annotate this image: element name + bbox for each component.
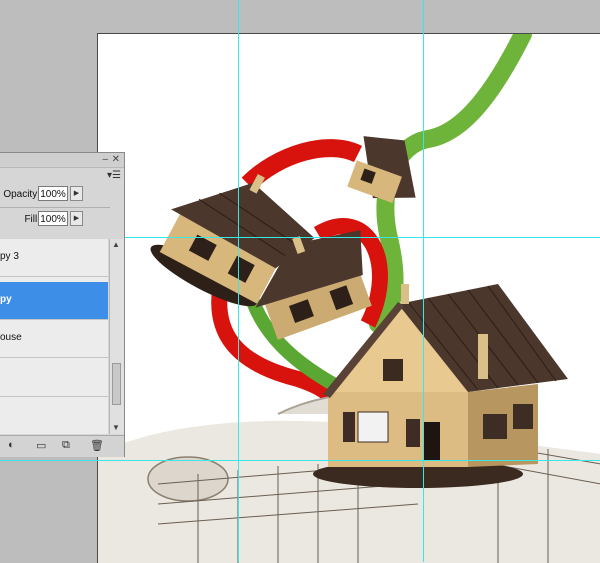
layer-item[interactable]: ouse xyxy=(0,320,108,358)
layer-item[interactable] xyxy=(0,359,108,397)
guide-vertical-1[interactable] xyxy=(238,0,239,562)
layer-name: py xyxy=(0,294,12,305)
red-pipe-top xyxy=(241,139,363,191)
guide-vertical-2[interactable] xyxy=(423,0,424,562)
opacity-label: Opacity: xyxy=(3,189,40,200)
artwork xyxy=(98,34,600,563)
fill-arrow-button[interactable]: ▶ xyxy=(70,211,83,226)
opacity-row: Opacity: 100% ▶ xyxy=(0,186,112,204)
panel-menu-icon[interactable]: ▾☰ xyxy=(107,170,121,181)
document-canvas[interactable] xyxy=(97,33,600,563)
opacity-input[interactable]: 100% xyxy=(38,186,68,201)
minimize-icon[interactable]: – xyxy=(102,154,108,165)
layer-item-selected[interactable]: py xyxy=(0,282,108,320)
main-house xyxy=(313,284,568,488)
scroll-up-icon[interactable]: ▲ xyxy=(112,240,120,249)
scroll-down-icon[interactable]: ▼ xyxy=(112,423,120,432)
trash-icon[interactable]: 🗑 xyxy=(90,439,104,452)
layers-panel: – ✕ ▾☰ Opacity: 100% ▶ Fill: 100% ▶ py 3… xyxy=(0,152,125,457)
guide-horizontal-2[interactable] xyxy=(0,460,600,461)
layer-name: py 3 xyxy=(0,251,19,262)
scroll-thumb[interactable] xyxy=(112,363,121,405)
opacity-arrow-button[interactable]: ▶ xyxy=(70,186,83,201)
folder-icon[interactable]: ▭ xyxy=(36,439,46,452)
divider xyxy=(0,207,110,208)
close-icon[interactable]: ✕ xyxy=(112,154,120,165)
fill-input[interactable]: 100% xyxy=(38,211,68,226)
layers-scrollbar[interactable]: ▲ ▼ xyxy=(109,239,124,434)
new-layer-icon[interactable]: ⧉ xyxy=(62,439,70,452)
panel-bottom-toolbar: ◐ ▭ ⧉ 🗑 xyxy=(0,435,124,457)
fill-row: Fill: 100% ▶ xyxy=(0,211,112,229)
panel-titlebar[interactable]: – ✕ xyxy=(0,153,124,168)
adjustment-layer-icon[interactable]: ◐ xyxy=(8,439,15,451)
layer-item[interactable]: py 3 xyxy=(0,239,108,277)
layers-list: py 3 py ouse xyxy=(0,239,108,434)
layer-name: ouse xyxy=(0,332,22,343)
